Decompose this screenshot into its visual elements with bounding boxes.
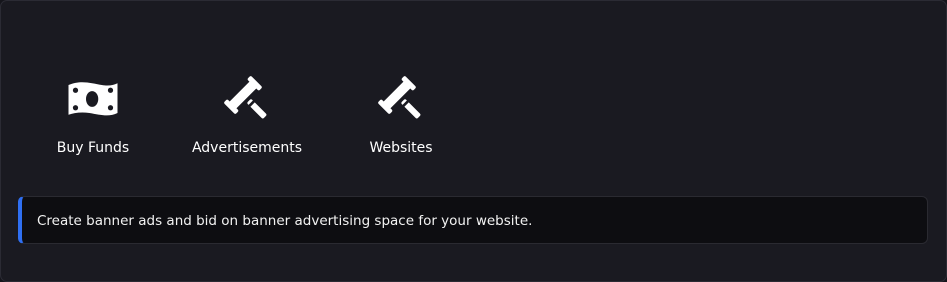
advertisements-label: Advertisements bbox=[191, 140, 303, 156]
banknote-icon bbox=[65, 73, 121, 125]
advertisements-button[interactable]: Advertisements bbox=[187, 73, 307, 163]
gavel-icon bbox=[219, 73, 275, 125]
main-panel: Buy Funds Advertisements Websites Create… bbox=[0, 0, 947, 282]
info-callout: Create banner ads and bid on banner adve… bbox=[18, 196, 928, 244]
info-text: Create banner ads and bid on banner adve… bbox=[37, 213, 533, 229]
websites-button[interactable]: Websites bbox=[351, 73, 451, 163]
gavel-icon bbox=[373, 73, 429, 125]
websites-label: Websites bbox=[369, 140, 433, 156]
action-bar: Buy Funds Advertisements Websites bbox=[1, 73, 501, 163]
buy-funds-button[interactable]: Buy Funds bbox=[43, 73, 143, 163]
buy-funds-label: Buy Funds bbox=[56, 140, 130, 156]
